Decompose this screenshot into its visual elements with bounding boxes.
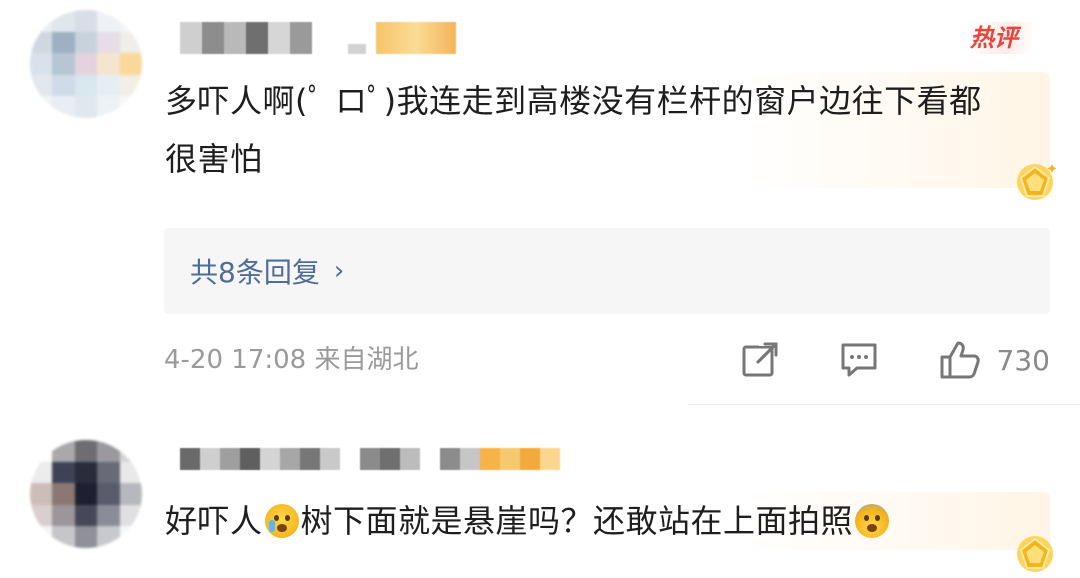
- like-icon: [940, 341, 980, 379]
- hot-comment-tag: 热评: [970, 22, 1032, 54]
- comment-text: 好吓人 树下面就是悬崖吗？还敢站在上面拍照: [165, 492, 1050, 550]
- comment-icon: [841, 343, 877, 377]
- crying-emoji: [264, 504, 299, 538]
- comment-actions: 730: [741, 336, 1050, 384]
- comment-text-part: 树下面就是悬崖吗？还敢站在上面拍照: [300, 502, 854, 540]
- comment-text-part: 好吓人: [165, 502, 263, 540]
- view-replies-button[interactable]: 共8条回复 ›: [164, 228, 1050, 314]
- crown-badge-icon: [1017, 164, 1057, 200]
- comment-item: 好吓人 树下面就是悬崖吗？还敢站在上面拍照: [0, 430, 1080, 578]
- like-count: 730: [996, 343, 1050, 377]
- chevron-right-icon: ›: [333, 256, 345, 286]
- username-blurred[interactable]: [180, 22, 456, 54]
- username-blurred[interactable]: [180, 448, 560, 470]
- crown-badge-icon: [1017, 536, 1053, 572]
- comment-button[interactable]: [839, 341, 879, 379]
- scream-emoji: [855, 504, 890, 538]
- share-button[interactable]: [741, 341, 779, 379]
- comment-text: 多吓人啊(ﾟ ロﾟ)我连走到高楼没有栏杆的窗户边往下看都很害怕: [165, 72, 1050, 188]
- avatar[interactable]: [30, 10, 142, 118]
- comment-item: 热评 多吓人啊(ﾟ ロﾟ)我连走到高楼没有栏杆的窗户边往下看都很害怕 共8条回复…: [0, 0, 1080, 410]
- divider: [688, 404, 1080, 405]
- avatar[interactable]: [30, 440, 142, 548]
- like-button[interactable]: 730: [939, 340, 1050, 380]
- share-icon: [742, 341, 779, 377]
- comment-meta: 4-20 17:08 来自湖北: [164, 345, 419, 375]
- replies-label: 共8条回复: [190, 256, 320, 289]
